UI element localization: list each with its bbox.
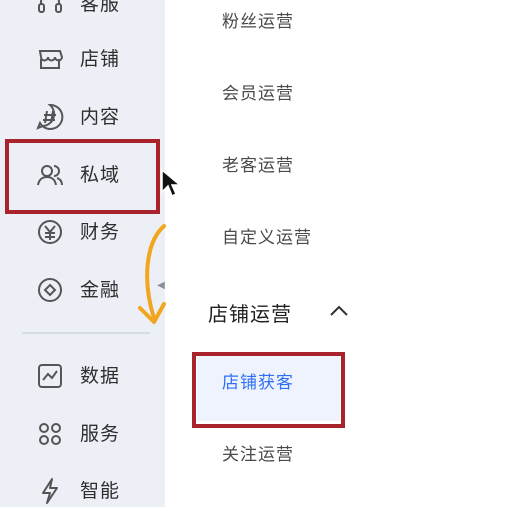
sidebar-item-private-domain[interactable]: 私域 <box>0 155 165 195</box>
submenu-item-store-acquisition[interactable]: 店铺获客 <box>197 355 340 421</box>
submenu-item-fans[interactable]: 粉丝运营 <box>222 10 294 34</box>
sidebar-item-data[interactable]: 数据 <box>0 356 165 396</box>
chart-icon <box>35 361 65 391</box>
sidebar-item-label: 数据 <box>80 365 121 387</box>
annotation-arrow <box>138 224 166 324</box>
sidebar-item-label: 财务 <box>80 221 121 243</box>
submenu-item-custom[interactable]: 自定义运营 <box>222 226 312 250</box>
sidebar-item-label: 智能 <box>80 480 121 502</box>
sidebar-item-label: 金融 <box>80 279 121 301</box>
sidebar-item-label: 店铺 <box>80 48 121 70</box>
sidebar-item-label: 客服 <box>80 0 121 15</box>
sidebar-item-content[interactable]: 内容 <box>0 97 165 137</box>
sidebar-item-services[interactable]: 服务 <box>0 414 165 454</box>
users-icon <box>35 160 65 190</box>
grid-icon <box>35 419 65 449</box>
sidebar-item-label: 内容 <box>80 106 121 128</box>
coin-icon <box>35 275 65 305</box>
submenu-item-label: 店铺获客 <box>222 373 294 393</box>
submenu-section-store-operations[interactable]: 店铺运营 <box>208 299 358 329</box>
submenu-item-members[interactable]: 会员运营 <box>222 82 294 106</box>
sidebar-item-store[interactable]: 店铺 <box>0 39 165 79</box>
store-icon <box>35 44 65 74</box>
hashtag-icon <box>35 102 65 132</box>
section-title: 店铺运营 <box>208 302 292 326</box>
sidebar-item-label: 私域 <box>80 164 121 186</box>
sidebar-item-intelligence[interactable]: 智能 <box>0 471 165 511</box>
submenu-item-follow[interactable]: 关注运营 <box>222 443 294 467</box>
sidebar-item-customer-service[interactable]: 客服 <box>0 0 165 24</box>
sidebar-item-label: 服务 <box>80 423 121 445</box>
bolt-icon <box>35 476 65 506</box>
headset-icon <box>35 0 65 19</box>
yen-icon <box>35 217 65 247</box>
mouse-cursor-icon <box>161 168 182 198</box>
chevron-up-icon <box>330 305 348 316</box>
submenu-item-old-customers[interactable]: 老客运营 <box>222 154 294 178</box>
